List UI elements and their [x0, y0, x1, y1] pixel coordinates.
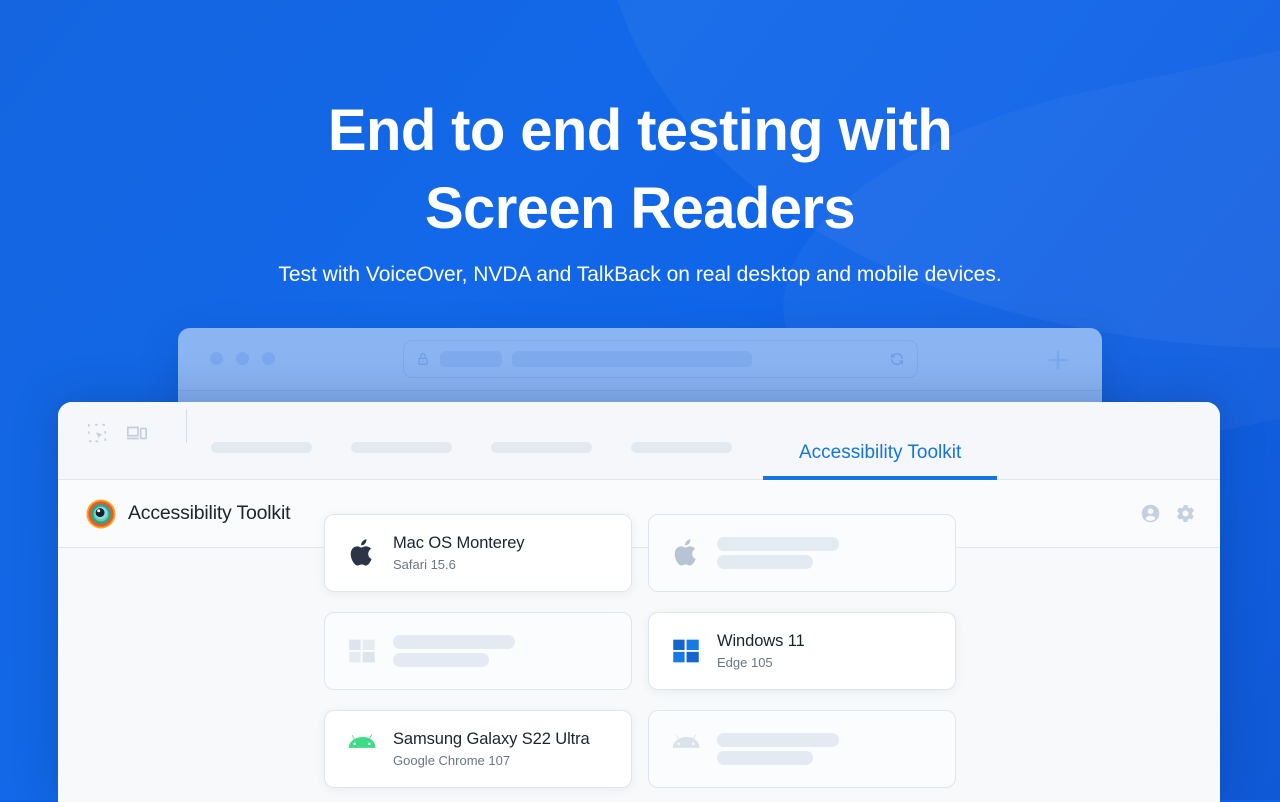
headline-line-2: Screen Readers — [424, 176, 856, 241]
devtools-tab-list: Accessibility Toolkit — [191, 441, 1220, 480]
lock-icon — [418, 353, 428, 365]
traffic-light-minimize-icon[interactable] — [236, 352, 249, 365]
device-text-placeholder — [717, 733, 839, 765]
android-icon — [672, 734, 700, 748]
tab-placeholder[interactable] — [331, 442, 471, 479]
device-card-mac[interactable]: Mac OS Monterey Safari 15.6 — [324, 514, 632, 592]
select-element-icon[interactable] — [86, 422, 108, 444]
placeholder-line — [717, 751, 813, 765]
device-text-placeholder — [717, 537, 839, 569]
windows-icon — [673, 639, 699, 663]
browser-chrome-bar — [178, 328, 1102, 390]
device-name: Samsung Galaxy S22 Ultra — [393, 730, 590, 748]
headline-line-1: End to end testing with — [327, 98, 953, 163]
apple-icon — [350, 539, 372, 566]
url-placeholder-domain — [440, 351, 502, 367]
windows-icon — [349, 639, 375, 663]
account-circle-icon[interactable] — [1140, 503, 1161, 524]
traffic-light-maximize-icon[interactable] — [262, 352, 275, 365]
toolbar-divider — [186, 409, 187, 443]
device-card-windows[interactable]: Windows 11 Edge 105 — [648, 612, 956, 690]
panel-title: Accessibility Toolkit — [128, 502, 291, 524]
device-text: Mac OS Monterey Safari 15.6 — [393, 534, 525, 572]
device-card-grid: Mac OS Monterey Safari 15.6 Windows 11 E… — [324, 514, 956, 788]
url-bar[interactable] — [403, 340, 918, 378]
device-text: Samsung Galaxy S22 Ultra Google Chrome 1… — [393, 730, 590, 768]
device-text-placeholder — [393, 635, 515, 667]
placeholder-line — [393, 635, 515, 649]
gear-icon[interactable] — [1175, 503, 1196, 524]
header-actions — [1140, 503, 1196, 524]
device-card-android[interactable]: Samsung Galaxy S22 Ultra Google Chrome 1… — [324, 710, 632, 788]
device-text: Windows 11 Edge 105 — [717, 632, 805, 670]
tab-placeholder[interactable] — [611, 442, 751, 479]
devtools-toolbar: Accessibility Toolkit — [58, 402, 1220, 480]
url-placeholder-path — [512, 351, 752, 367]
device-card-placeholder[interactable] — [648, 710, 956, 788]
device-card-placeholder[interactable] — [324, 612, 632, 690]
placeholder-line — [717, 537, 839, 551]
tab-accessibility-toolkit[interactable]: Accessibility Toolkit — [763, 442, 998, 480]
device-name: Mac OS Monterey — [393, 534, 525, 552]
device-browser: Google Chrome 107 — [393, 753, 511, 768]
android-icon — [348, 734, 376, 748]
tab-placeholder[interactable] — [191, 442, 331, 479]
device-card-placeholder[interactable] — [648, 514, 956, 592]
placeholder-line — [717, 555, 813, 569]
accessibility-toolkit-logo-icon — [86, 498, 116, 529]
page-title: End to end testing with Screen Readers — [0, 92, 1280, 248]
toolbar-icon-group — [86, 409, 191, 479]
tab-placeholder[interactable] — [471, 442, 611, 479]
device-browser: Safari 15.6 — [393, 557, 456, 572]
device-name: Windows 11 — [717, 632, 805, 650]
apple-icon — [674, 539, 696, 566]
plus-icon[interactable] — [1044, 346, 1072, 374]
device-browser: Edge 105 — [717, 655, 773, 670]
placeholder-line — [717, 733, 839, 747]
brand: Accessibility Toolkit — [86, 498, 291, 529]
refresh-icon[interactable] — [889, 351, 905, 367]
device-toolbar-icon[interactable] — [126, 422, 148, 444]
placeholder-line — [393, 653, 489, 667]
traffic-light-close-icon[interactable] — [210, 352, 223, 365]
page-subtitle: Test with VoiceOver, NVDA and TalkBack o… — [278, 263, 1002, 286]
traffic-light-buttons[interactable] — [210, 352, 275, 365]
